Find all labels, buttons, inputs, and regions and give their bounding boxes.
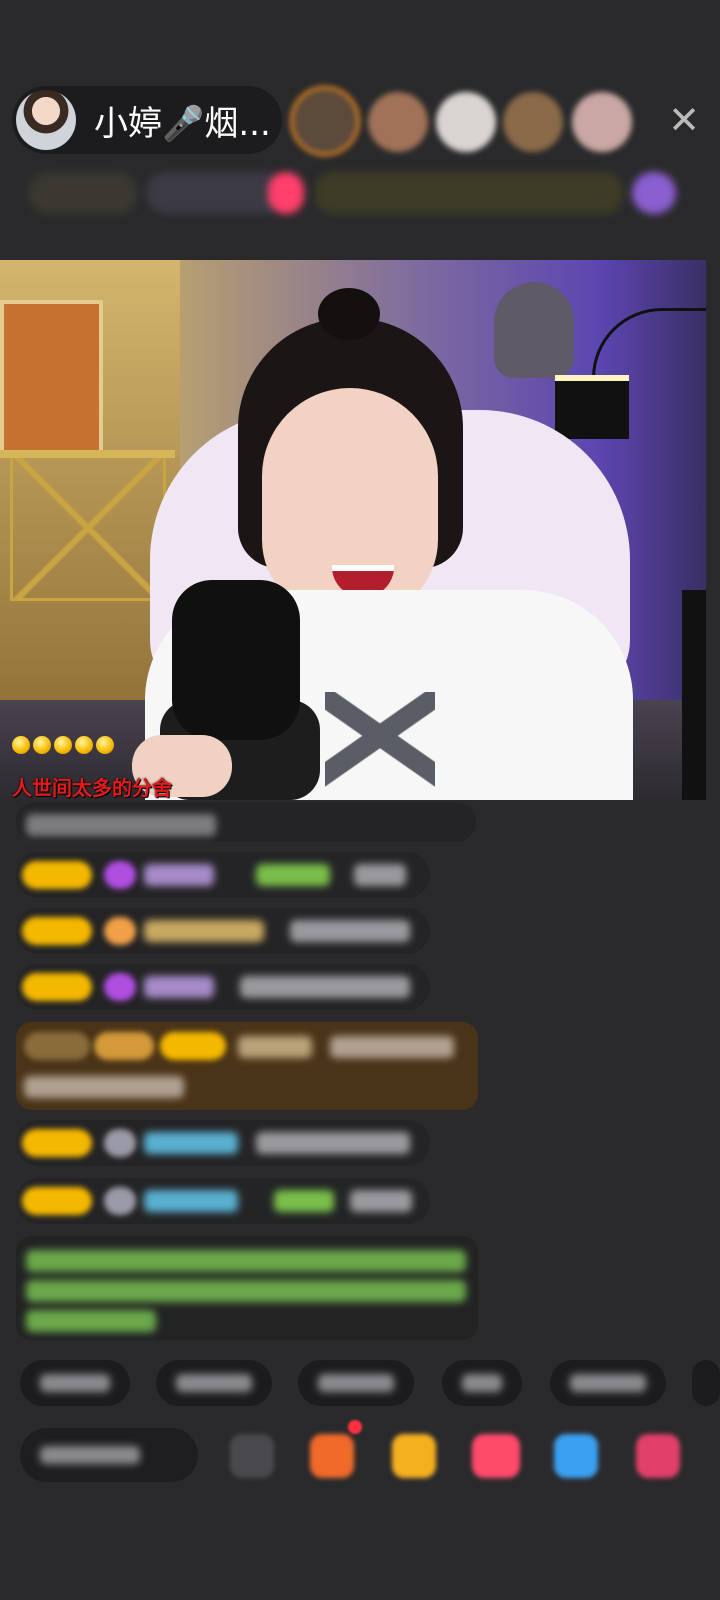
gift-box-icon[interactable]	[310, 1434, 354, 1478]
quick-reply-chip[interactable]	[20, 1360, 130, 1406]
fan-dot	[12, 736, 30, 754]
chat-message[interactable]	[16, 908, 430, 954]
emoji-icon[interactable]	[230, 1434, 274, 1478]
streamer-hair-bun	[318, 288, 380, 340]
monitor-edge	[682, 590, 706, 800]
table-legs	[10, 458, 166, 601]
game-controller-icon[interactable]	[554, 1434, 598, 1478]
host-avatar[interactable]	[16, 90, 76, 150]
quick-reply-chip[interactable]	[442, 1360, 522, 1406]
chat-message[interactable]	[16, 1120, 430, 1166]
top-viewer-avatar-3[interactable]	[436, 92, 496, 152]
top-viewer-avatar-5[interactable]	[572, 92, 632, 152]
notification-dot	[348, 1420, 362, 1434]
chat-message[interactable]	[16, 1178, 430, 1224]
top-viewer-avatar-2[interactable]	[368, 92, 428, 152]
video-caption: 人世间太多的分舍	[12, 776, 172, 800]
floor-lamp-shade	[555, 375, 629, 439]
quick-reply-chip[interactable]	[550, 1360, 666, 1406]
chat-message[interactable]	[16, 852, 430, 898]
heart-gift-icon[interactable]	[472, 1434, 520, 1478]
microphone	[172, 580, 300, 740]
fan-dot	[33, 736, 51, 754]
fan-dot	[96, 736, 114, 754]
fan-dot	[54, 736, 72, 754]
fan-dot	[75, 736, 93, 754]
chat-message[interactable]	[16, 802, 476, 842]
top-viewer-avatar-1[interactable]	[290, 86, 360, 156]
floor-lamp-arm	[592, 308, 706, 381]
quick-reply-chip[interactable]	[692, 1360, 720, 1406]
system-notice	[16, 1236, 478, 1340]
chat-message[interactable]	[16, 964, 430, 1010]
more-gifts-icon[interactable]	[636, 1434, 680, 1478]
chat-input[interactable]	[20, 1428, 198, 1482]
quick-reply-chip[interactable]	[298, 1360, 414, 1406]
chat-message-highlight[interactable]	[16, 1022, 478, 1110]
host-info-pill[interactable]: 小婷🎤烟...	[12, 86, 282, 154]
fan-badge-dots	[12, 736, 114, 754]
live-video[interactable]: 人世间太多的分舍	[0, 260, 706, 800]
side-table	[0, 450, 175, 458]
host-name: 小婷🎤烟...	[94, 103, 271, 144]
live-stats-row[interactable]	[28, 172, 688, 214]
top-viewer-avatar-4[interactable]	[503, 92, 563, 152]
close-icon[interactable]: ✕	[664, 100, 704, 140]
painting	[0, 300, 103, 458]
quick-reply-chip[interactable]	[156, 1360, 272, 1406]
shirt-collar	[325, 692, 435, 792]
pendant-lamp	[494, 282, 574, 378]
shop-icon[interactable]	[392, 1434, 436, 1478]
